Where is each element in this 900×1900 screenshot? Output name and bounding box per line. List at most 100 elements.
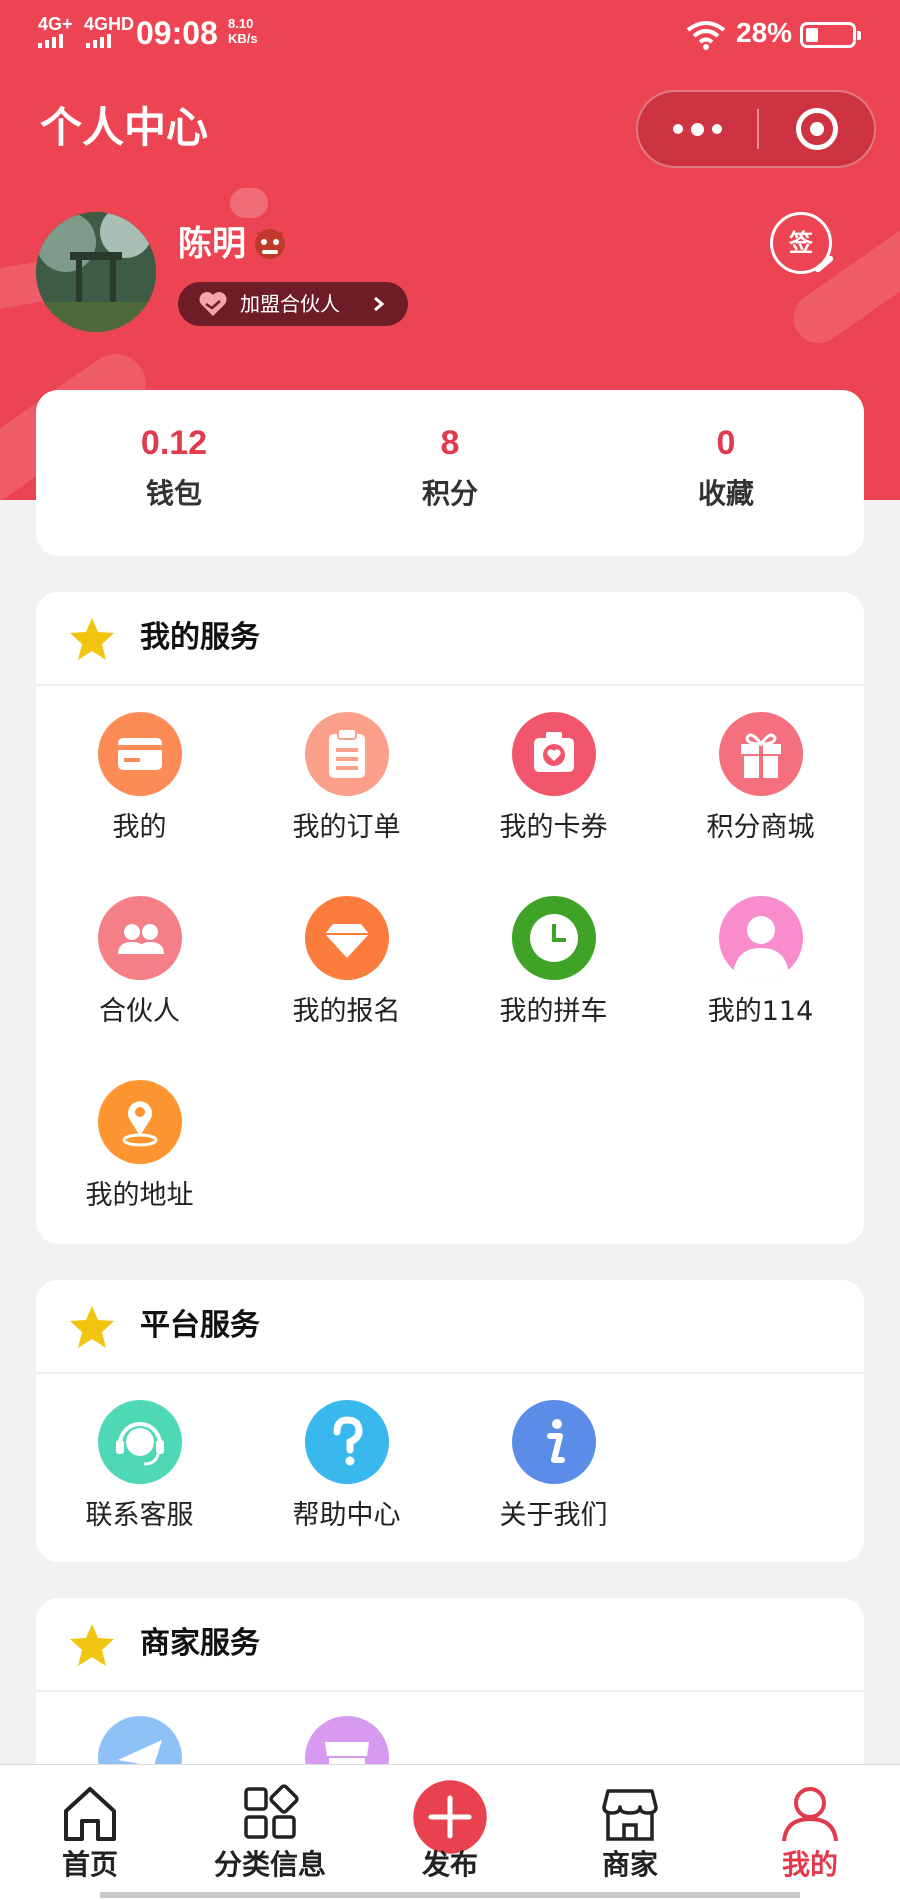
service-partner[interactable]: 合伙人 (36, 896, 243, 1056)
service-label: 帮助中心 (292, 1500, 401, 1531)
tab-label: 分类信息 (213, 1848, 326, 1881)
diamond-icon (305, 896, 389, 980)
stats-card: 0.12 钱包 8 积分 0 收藏 (36, 390, 864, 556)
network-label-2: 4GHD (84, 14, 135, 34)
stat-value: 0.12 (140, 424, 208, 462)
tab-label: 发布 (421, 1848, 478, 1881)
gift-icon (719, 712, 803, 796)
page-title: 个人中心 (40, 103, 209, 152)
service-label: 联系客服 (85, 1500, 194, 1531)
join-partner-label: 加盟合伙人 (240, 292, 340, 316)
user-icon (782, 1787, 838, 1842)
chevron-right-icon (374, 296, 385, 312)
user-name: 陈明 (178, 224, 246, 264)
pen-icon (813, 254, 835, 274)
home-icon (64, 1787, 116, 1841)
service-my[interactable]: 我的 (36, 712, 243, 872)
header-decoration (230, 188, 268, 218)
bottom-tab-bar: 首页 分类信息 发布 商家 我的 (0, 1764, 900, 1900)
section-header: 商家服务 (36, 1598, 864, 1692)
section-title: 我的服务 (140, 620, 260, 655)
location-pin-icon (98, 1080, 182, 1164)
join-partner-button[interactable]: 加盟合伙人 (178, 282, 408, 326)
service-points-mall[interactable]: 积分商城 (657, 712, 864, 872)
tab-label: 商家 (601, 1848, 658, 1881)
battery-fill (806, 28, 818, 42)
service-label: 我的地址 (85, 1180, 194, 1211)
tab-category[interactable]: 分类信息 (180, 1765, 360, 1900)
clock-icon (512, 896, 596, 980)
clock: 09:08 (136, 15, 218, 51)
service-my-coupons[interactable]: 我的卡券 (450, 712, 657, 872)
tab-home[interactable]: 首页 (0, 1765, 180, 1900)
avatar-image (36, 212, 156, 332)
stat-label: 钱包 (145, 477, 202, 510)
stat-wallet[interactable]: 0.12 钱包 (36, 390, 312, 556)
card-icon (98, 712, 182, 796)
home-indicator (100, 1892, 800, 1898)
stat-value: 0 (716, 424, 736, 462)
service-label: 关于我们 (499, 1500, 608, 1531)
service-my-carpool[interactable]: 我的拼车 (450, 896, 657, 1056)
star-icon (70, 618, 114, 660)
section-header: 我的服务 (36, 592, 864, 686)
star-icon (70, 1624, 114, 1666)
service-label: 我的拼车 (499, 996, 608, 1027)
service-my-registration[interactable]: 我的报名 (243, 896, 450, 1056)
tab-publish[interactable]: 发布 (360, 1765, 540, 1900)
more-dots-icon[interactable] (638, 92, 757, 166)
service-label: 我的订单 (292, 812, 401, 843)
stat-label: 收藏 (697, 477, 754, 510)
battery-icon (800, 22, 861, 48)
stat-value: 8 (440, 424, 460, 462)
plus-icon (413, 1780, 487, 1854)
camera-heart-icon (512, 712, 596, 796)
people-icon (98, 896, 182, 980)
network-speed: 8.10 KB/s (228, 16, 288, 46)
stat-points[interactable]: 8 积分 (312, 390, 588, 556)
service-label: 合伙人 (99, 996, 180, 1027)
service-label: 我的卡券 (499, 812, 608, 843)
signal-icon (38, 32, 63, 48)
avatar[interactable] (36, 212, 156, 332)
section-title: 平台服务 (140, 1308, 260, 1343)
service-my-address[interactable]: 我的地址 (36, 1080, 243, 1240)
sign-in-button[interactable]: 签 (770, 212, 835, 274)
service-label: 我的报名 (292, 996, 401, 1027)
speed-value: 8.10 (228, 16, 254, 31)
service-my-orders[interactable]: 我的订单 (243, 712, 450, 872)
status-bar: 4G+ 4GHD 09:08 8.10 KB/s 28% (0, 0, 900, 66)
service-contact-support[interactable]: 联系客服 (36, 1400, 243, 1560)
devil-emoji-icon (255, 229, 285, 259)
tab-label: 首页 (61, 1848, 118, 1881)
clipboard-icon (305, 712, 389, 796)
service-help-center[interactable]: 帮助中心 (243, 1400, 450, 1560)
store-icon (602, 1789, 658, 1841)
tab-label: 我的 (781, 1848, 838, 1881)
star-icon (70, 1306, 114, 1348)
service-label: 我的 (112, 812, 167, 843)
stat-label: 积分 (421, 477, 478, 510)
service-about-us[interactable]: 关于我们 (450, 1400, 657, 1560)
wifi-icon (686, 21, 726, 50)
network-label-1: 4G+ (38, 14, 73, 34)
section-title: 商家服务 (140, 1626, 260, 1661)
service-label: 积分商城 (706, 812, 815, 843)
tab-merchant[interactable]: 商家 (540, 1765, 720, 1900)
close-target-icon[interactable] (759, 92, 874, 166)
headset-icon (98, 1400, 182, 1484)
service-my-114[interactable]: 我的114 (657, 896, 864, 1056)
my-services-section: 我的服务 我的 我的订单 我的卡券 积分商城 合伙人 我的报名 我的拼车 我的1… (36, 592, 864, 1244)
speed-unit: KB/s (228, 31, 258, 46)
tab-mine[interactable]: 我的 (720, 1765, 900, 1900)
platform-services-section: 平台服务 联系客服 帮助中心 关于我们 (36, 1280, 864, 1562)
sign-in-label: 签 (789, 229, 813, 257)
mini-program-capsule (636, 90, 876, 168)
signal-icon (86, 32, 111, 48)
person-icon (719, 896, 803, 980)
stat-favorites[interactable]: 0 收藏 (588, 390, 864, 556)
section-header: 平台服务 (36, 1280, 864, 1374)
handshake-heart-icon (199, 292, 227, 316)
battery-percent: 28% (736, 17, 793, 48)
category-icon (244, 1784, 299, 1839)
